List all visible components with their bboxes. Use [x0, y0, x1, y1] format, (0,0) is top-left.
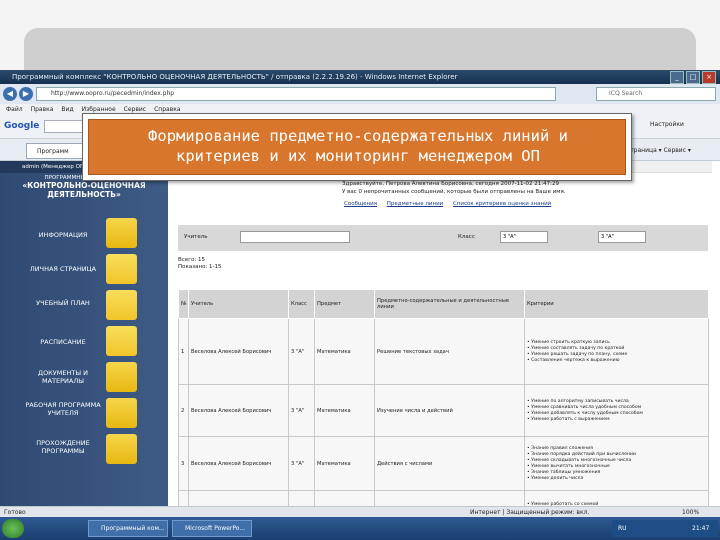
sidebar: admin (Менеджер ОП) | Выйти ПРОГРАММНЫЙ … [0, 161, 168, 506]
row-criteria: • Знание правил сложения • Знание порядка… [524, 436, 709, 491]
chart-icon[interactable] [106, 218, 137, 248]
row-number: 1 [178, 318, 189, 385]
table-row[interactable]: 1 Веселова Алексей Борисович 3 "А" Математи… [178, 318, 709, 385]
window-title: Программный комплекс "КОНТРОЛЬНО ОЦЕНОЧН… [0, 70, 720, 84]
sidebar-item-plan[interactable]: Учебный план [18, 299, 108, 307]
zoom-level[interactable]: 100% [682, 507, 699, 517]
taskbar-item-browser[interactable]: Программный ком... [88, 520, 168, 537]
google-search-input[interactable] [44, 120, 84, 133]
slide-title-line-1: Формирование предметно-содержательных ли… [148, 127, 568, 145]
col-subject-lines[interactable]: Предметно-содержательные и деятельностны… [374, 289, 525, 319]
criteria-table: № Учитель Класс Предмет Предметно-содерж… [178, 289, 709, 517]
menu-view[interactable]: Вид [61, 104, 73, 115]
class-filter-label: Класс [458, 234, 475, 240]
total-count: Всего: 15 [178, 257, 206, 263]
row-teacher: Веселова Алексей Борисович [188, 436, 289, 491]
shown-count: Показано: 1-15 [178, 264, 222, 270]
system-tray: RU 21:47 [612, 520, 718, 537]
table-row[interactable]: 3 Веселова Алексей Борисович 3 "А" Математи… [178, 436, 709, 491]
table-row[interactable]: 2 Веселова Алексей Борисович 3 "А" Математи… [178, 384, 709, 437]
status-bar: Готово Интернет | Защищенный режим: вкл.… [0, 506, 720, 517]
product-title: «КОНТРОЛЬНО-ОЦЕНОЧНАЯ ДЕЯТЕЛЬНОСТЬ» [22, 181, 146, 199]
row-number: 2 [178, 384, 189, 437]
search-input[interactable]: ICQ Search [596, 87, 716, 101]
address-bar: ◀ ▶ http://www.oopro.ru/pecedmin/index.p… [0, 84, 720, 104]
sidebar-item-program[interactable]: Рабочая программа учителя [18, 401, 108, 417]
col-number[interactable]: № [178, 289, 189, 319]
link-messages[interactable]: Сообщения [344, 201, 377, 207]
page-tools-menu[interactable]: Страница ▾ Сервис ▾ [626, 147, 691, 154]
row-class: 3 "А" [288, 436, 315, 491]
table-header-row: № Учитель Класс Предмет Предметно-содерж… [178, 289, 709, 319]
main-content: Здравствуйте, Петрова Алевтина Борисовна… [172, 161, 712, 517]
sidebar-item-progress[interactable]: Прохождение программы [18, 439, 108, 455]
row-class: 3 "А" [288, 384, 315, 437]
progress-icon[interactable] [106, 434, 137, 464]
person-icon[interactable] [106, 254, 137, 284]
status-text: Готово [4, 509, 26, 516]
row-subject-line: Изучение числа и действий [374, 384, 525, 437]
slide-title-line-2: критериев и их мониторинг менеджером ОП [176, 147, 540, 165]
slide-title-box: Формирование предметно-содержательных ли… [82, 113, 632, 181]
language-indicator[interactable]: RU [618, 520, 627, 537]
maximize-button[interactable]: □ [686, 71, 700, 84]
link-subject-lines[interactable]: Предметные линии [387, 201, 443, 207]
filter-row: Учитель Класс 3 "А" 3 "А" [178, 225, 708, 251]
col-subject[interactable]: Предмет [314, 289, 375, 319]
class-select[interactable]: 3 "А" [500, 231, 548, 243]
sidebar-item-schedule[interactable]: Расписание [18, 338, 108, 346]
row-number: 3 [178, 436, 189, 491]
sidebar-item-documents[interactable]: Документы и материалы [18, 369, 108, 385]
slide-title-background: Формирование предметно-содержательных ли… [88, 119, 626, 175]
clock: 21:47 [692, 525, 710, 532]
program-icon[interactable] [106, 398, 137, 428]
welcome-notice: Здравствуйте, Петрова Алевтина Борисовна… [342, 181, 566, 196]
row-teacher: Веселова Алексей Борисович [188, 318, 289, 385]
teacher-filter-label: Учитель [184, 234, 208, 240]
toolbar-settings[interactable]: Настройки [650, 121, 684, 128]
messages-line: У вас 0 непрочитанных сообщений, которые… [342, 188, 566, 195]
link-criteria-list[interactable]: Список критериев оценки знаний [453, 201, 551, 207]
back-icon[interactable]: ◀ [3, 87, 17, 101]
row-criteria: • Умение строить краткую запись • Умение … [524, 318, 709, 385]
row-subject: Математика [314, 318, 375, 385]
subject-select[interactable]: 3 "А" [598, 231, 646, 243]
minimize-button[interactable]: _ [670, 71, 684, 84]
schedule-icon[interactable] [106, 326, 137, 356]
welcome-line: Здравствуйте, Петрова Алевтина Борисовна… [342, 181, 559, 187]
record-counts: Всего: 15 Показано: 1-15 [178, 257, 222, 271]
row-teacher: Веселова Алексей Борисович [188, 384, 289, 437]
tab-program[interactable]: Программ [26, 143, 86, 159]
row-criteria: • Умение по алгоритму записывать числа • … [524, 384, 709, 437]
menu-file[interactable]: Файл [6, 104, 23, 115]
slide-title: Формирование предметно-содержательных ли… [89, 126, 627, 166]
url-field[interactable]: http://www.oopro.ru/pecedmin/index.php [36, 87, 556, 101]
col-class[interactable]: Класс [288, 289, 315, 319]
google-logo: Google [4, 121, 40, 131]
row-subject-line: Действия с числами [374, 436, 525, 491]
col-teacher[interactable]: Учитель [188, 289, 289, 319]
window-controls: _ □ × [670, 71, 716, 84]
sidebar-item-personal[interactable]: Личная страница [18, 265, 108, 273]
plan-icon[interactable] [106, 290, 137, 320]
col-criteria[interactable]: Критерии [524, 289, 709, 319]
teacher-select[interactable] [240, 231, 350, 243]
start-button[interactable] [2, 519, 24, 538]
taskbar-item-powerpoint[interactable]: Microsoft PowerPo... [172, 520, 252, 537]
documents-icon[interactable] [106, 362, 137, 392]
sidebar-item-info[interactable]: Информация [18, 231, 108, 239]
security-zone: Интернет | Защищенный режим: вкл. [470, 509, 590, 516]
menu-edit[interactable]: Правка [31, 104, 54, 115]
row-subject: Математика [314, 384, 375, 437]
taskbar: Программный ком... Microsoft PowerPo... … [0, 517, 720, 540]
row-class: 3 "А" [288, 318, 315, 385]
content-links: Сообщения Предметные линии Список критер… [344, 201, 559, 207]
forward-icon[interactable]: ▶ [19, 87, 33, 101]
row-subject-line: Решение текстовых задач [374, 318, 525, 385]
row-subject: Математика [314, 436, 375, 491]
close-button[interactable]: × [702, 71, 716, 84]
